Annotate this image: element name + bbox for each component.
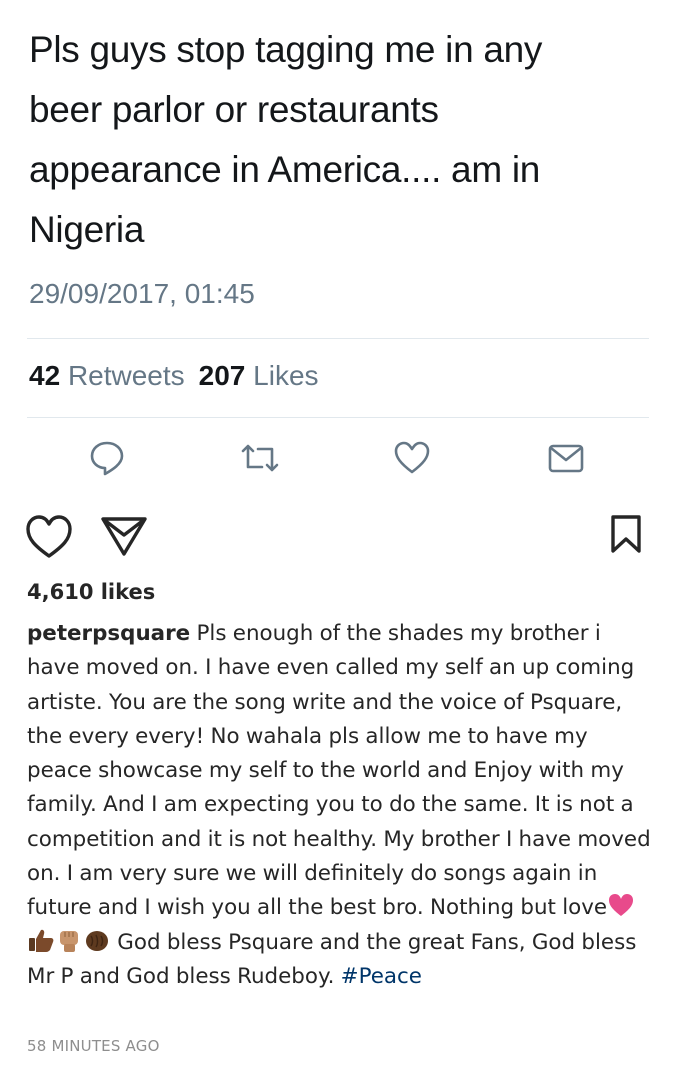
tweet-timestamp: 29/09/2017, 01:45 [29,278,255,309]
like-post-button[interactable] [25,514,73,560]
post-caption: peterpsquare Pls enough of the shades my… [27,617,657,994]
retweets-label[interactable]: Retweets [68,360,185,391]
tweet-text-line: appearance in America.... am in [29,149,541,190]
save-post-button[interactable] [610,514,642,554]
likes-label[interactable]: Likes [253,360,318,391]
retweet-button[interactable] [240,438,280,478]
share-post-button[interactable] [100,515,148,557]
oncoming-fist-emoji [83,927,111,953]
tweet-text-line: Pls guys stop tagging me in any [29,29,543,70]
share-icon [101,517,147,556]
like-button[interactable] [392,438,432,478]
reply-button[interactable] [87,438,127,478]
likes-count[interactable]: 4,610 likes [27,580,155,604]
retweets-count[interactable]: 42 [29,360,60,391]
hashtag-link[interactable]: #Peace [341,964,422,989]
reply-icon [90,441,124,476]
tweet-text-line: beer parlor or restaurants [29,89,439,130]
divider [27,417,649,418]
tweet-text: Pls guys stop tagging me in any beer par… [29,20,649,260]
tweet-text-line: Nigeria [29,209,145,250]
pink-heart-emoji [607,892,635,918]
likes-count[interactable]: 207 [199,360,246,391]
caption-text: God bless Psquare and the great Fans, Go… [27,929,637,989]
raised-fist-emoji [55,927,83,953]
direct-message-button[interactable] [546,438,586,478]
username-link[interactable]: peterpsquare [27,621,190,646]
tweet-stats: 42 Retweets 207 Likes [29,360,319,392]
tweet-card: Pls guys stop tagging me in any beer par… [0,0,674,490]
retweet-icon [241,444,279,472]
heart-icon [26,515,72,558]
like-icon [394,441,430,474]
tweet-actions [0,438,674,478]
divider [27,338,649,339]
bookmark-icon [611,515,641,553]
direct-message-icon [548,444,584,473]
thumbs-up-emoji [27,927,55,953]
post-timestamp: 58 MINUTES AGO [27,1037,160,1055]
caption-text: Pls enough of the shades my brother i ha… [27,621,651,921]
